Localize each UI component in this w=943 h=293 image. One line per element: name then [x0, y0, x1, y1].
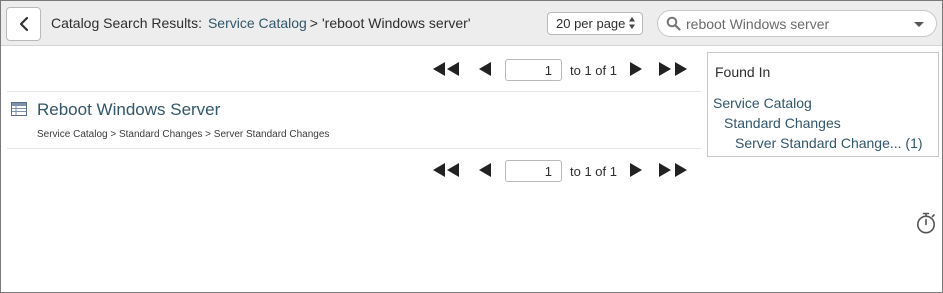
- page-number-input[interactable]: [505, 160, 562, 182]
- select-arrows-icon: [629, 17, 635, 29]
- breadcrumb: Catalog Search Results: Service Catalog > '…: [51, 15, 471, 31]
- result-category-path: Service Catalog > Standard Changes > Ser…: [37, 129, 330, 140]
- found-in-server-standard-changes[interactable]: Server Standard Change... (1): [735, 135, 923, 151]
- next-page-icon[interactable]: [630, 163, 643, 177]
- back-button[interactable]: [6, 7, 41, 41]
- header-bar: Catalog Search Results: Service Catalog > '…: [1, 1, 942, 46]
- result-title-link[interactable]: Reboot Windows Server: [37, 100, 220, 120]
- found-in-standard-changes[interactable]: Standard Changes: [724, 115, 841, 131]
- first-page-icon[interactable]: [433, 62, 463, 76]
- previous-page-icon[interactable]: [479, 163, 492, 177]
- catalog-search-window: Catalog Search Results: Service Catalog > '…: [0, 0, 943, 293]
- found-in-service-catalog[interactable]: Service Catalog: [713, 95, 812, 111]
- last-page-icon[interactable]: [659, 62, 689, 76]
- search-dropdown-icon[interactable]: [914, 22, 924, 27]
- search-icon: [666, 16, 681, 31]
- page-number-input[interactable]: [505, 59, 562, 81]
- found-in-title: Found In: [715, 64, 771, 80]
- next-page-icon[interactable]: [630, 62, 643, 76]
- breadcrumb-query: 'reboot Windows server': [321, 15, 471, 31]
- catalog-item-icon: [11, 102, 27, 116]
- divider: [7, 91, 701, 92]
- pager-top: to 1 of 1: [431, 59, 701, 81]
- last-page-icon[interactable]: [659, 163, 689, 177]
- page-label: Catalog Search Results:: [51, 15, 202, 31]
- stopwatch-icon[interactable]: [916, 211, 938, 235]
- search-input[interactable]: [686, 15, 906, 33]
- search-box[interactable]: [657, 10, 937, 37]
- first-page-icon[interactable]: [433, 163, 463, 177]
- previous-page-icon[interactable]: [479, 62, 492, 76]
- per-page-select[interactable]: 20 per page: [547, 12, 643, 35]
- breadcrumb-service-catalog[interactable]: Service Catalog: [208, 15, 307, 31]
- page-count-text: to 1 of 1: [570, 63, 617, 78]
- divider: [7, 148, 701, 149]
- breadcrumb-separator: >: [309, 15, 318, 31]
- found-in-panel: Found In Service Catalog Standard Change…: [707, 52, 939, 157]
- chevron-left-icon: [19, 16, 28, 32]
- page-count-text: to 1 of 1: [570, 164, 617, 179]
- per-page-value: 20 per page: [556, 16, 626, 31]
- pager-bottom: to 1 of 1: [431, 160, 701, 182]
